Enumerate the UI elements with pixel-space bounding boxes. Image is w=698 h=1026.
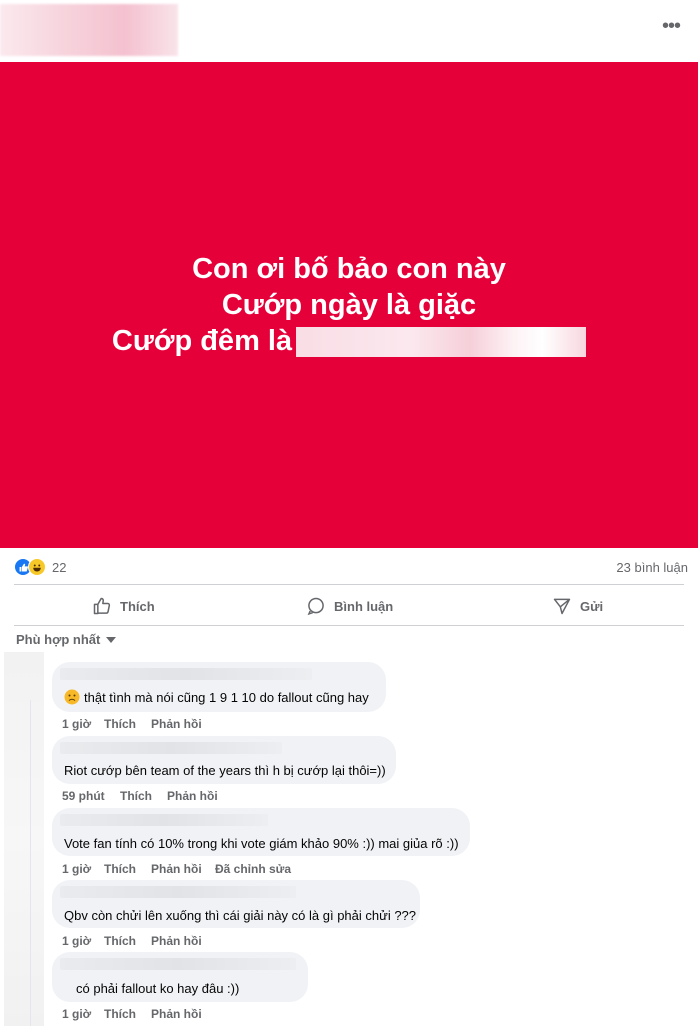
comment-reply-button[interactable]: Phản hồi	[167, 789, 218, 803]
avatar-blurred	[4, 652, 44, 1026]
comment-like-button[interactable]: Thích	[120, 789, 152, 803]
reaction-count: 22	[52, 559, 67, 575]
comment-like-button[interactable]: Thích	[104, 862, 136, 876]
comment-like-button[interactable]: Thích	[104, 717, 136, 731]
haha-icon	[28, 558, 46, 576]
sort-dropdown[interactable]: Phù hợp nhất	[16, 632, 117, 647]
banner-line-3-text: Cướp đêm là	[111, 325, 293, 357]
comment-time[interactable]: 1 giờ	[62, 717, 91, 731]
share-label: Gửi	[580, 598, 604, 614]
sort-label: Phù hợp nhất	[16, 632, 101, 647]
reaction-summary[interactable]: 22	[14, 558, 66, 576]
comment-like-button[interactable]: Thích	[104, 934, 136, 948]
comment-bubble: Vote fan tính có 10% trong khi vote giám…	[52, 808, 470, 856]
comment-bubble: thật tình mà nói cũng 1 9 1 10 do fallou…	[52, 662, 386, 712]
comment-time[interactable]: 1 giờ	[62, 934, 91, 948]
comment-bubble: có phải fallout ko hay đâu :))	[52, 952, 308, 1002]
banner-line-1: Con ơi bố bảo con này	[192, 253, 506, 285]
banner-line-2: Cướp ngày là giặc	[221, 289, 477, 321]
like-label: Thích	[120, 598, 155, 614]
comment-text: Vote fan tính có 10% trong khi vote giám…	[64, 836, 459, 851]
comment-like-button[interactable]: Thích	[104, 1007, 136, 1021]
comment-label: Bình luận	[334, 598, 394, 614]
thread-line	[30, 700, 31, 1026]
comment-reply-button[interactable]: Phản hồi	[151, 717, 202, 731]
comment-text: Riot cướp bên team of the years thì h bị…	[64, 763, 386, 778]
comment-bubble: Riot cướp bên team of the years thì h bị…	[52, 736, 396, 784]
comment-reply-button[interactable]: Phản hồi	[151, 862, 202, 876]
thumbs-up-icon	[93, 597, 111, 615]
commenter-name-blurred	[60, 668, 312, 680]
action-bar: Thích Bình luận Gửi	[14, 588, 684, 624]
commenter-name-blurred	[60, 958, 296, 970]
commenter-name-blurred	[60, 814, 268, 826]
commenter-name-blurred	[60, 742, 282, 754]
send-icon	[553, 598, 571, 615]
divider	[14, 584, 684, 585]
comment-text: có phải fallout ko hay đâu :))	[76, 981, 240, 996]
censored-blur	[296, 327, 587, 358]
share-button[interactable]: Gửi	[552, 588, 603, 624]
post-header: •••	[0, 0, 698, 62]
sad-emoji-icon	[64, 689, 80, 710]
author-blurred	[0, 4, 178, 56]
banner-line-3: Cướp đêm là	[111, 323, 587, 359]
commenter-name-blurred	[60, 886, 296, 898]
comment-reply-button[interactable]: Phản hồi	[151, 1007, 202, 1021]
comment-reply-button[interactable]: Phản hồi	[151, 934, 202, 948]
comment-button[interactable]: Bình luận	[306, 588, 393, 624]
comment-time[interactable]: 1 giờ	[62, 1007, 91, 1021]
comment-count[interactable]: 23 bình luận	[616, 560, 688, 575]
edited-label[interactable]: Đã chỉnh sửa	[215, 862, 291, 876]
comment-text: thật tình mà nói cũng 1 9 1 10 do fallou…	[84, 690, 369, 705]
caret-down-icon	[106, 636, 117, 643]
divider	[14, 625, 684, 626]
post-banner: Con ơi bố bảo con này Cướp ngày là giặc …	[0, 62, 698, 548]
like-button[interactable]: Thích	[92, 588, 155, 624]
comment-bubble-icon	[307, 597, 324, 616]
comment-time[interactable]: 1 giờ	[62, 862, 91, 876]
comment-time[interactable]: 59 phút	[62, 789, 105, 803]
more-horizontal-icon[interactable]: •••	[662, 16, 681, 36]
comment-text: Qbv còn chửi lên xuống thì cái giải này …	[64, 908, 417, 923]
comment-bubble: Qbv còn chửi lên xuống thì cái giải này …	[52, 880, 420, 928]
